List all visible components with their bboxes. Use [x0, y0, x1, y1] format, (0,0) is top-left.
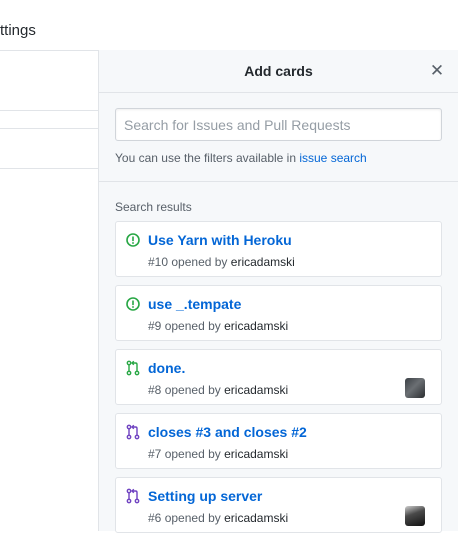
pull-request-icon — [126, 424, 140, 440]
card-meta: #10 opened by ericadamski — [148, 255, 295, 269]
card-title[interactable]: Setting up server — [148, 488, 262, 504]
divider — [0, 168, 98, 169]
tab-settings[interactable]: ttings — [0, 22, 36, 39]
result-card[interactable]: Use Yarn with Heroku #10 opened by ericad… — [115, 221, 442, 277]
add-cards-drawer: Add cards ✕ You can use the filters avai… — [98, 50, 458, 533]
card-meta: #9 opened by ericadamski — [148, 319, 288, 333]
card-opened-by: opened by — [171, 255, 228, 269]
results-list: Use Yarn with Heroku #10 opened by ericad… — [115, 221, 442, 533]
search-input[interactable] — [115, 108, 442, 141]
result-card[interactable]: use _.tempate #9 opened by ericadamski — [115, 285, 442, 341]
card-meta: #6 opened by ericadamski — [148, 511, 288, 525]
issue-opened-icon — [126, 232, 140, 248]
card-title[interactable]: done. — [148, 360, 185, 376]
divider — [0, 50, 98, 51]
card-author[interactable]: ericadamski — [224, 511, 288, 525]
search-section: You can use the filters available in iss… — [99, 93, 458, 182]
card-opened-by: opened by — [164, 319, 221, 333]
card-title[interactable]: Use Yarn with Heroku — [148, 232, 292, 248]
card-author[interactable]: ericadamski — [231, 255, 295, 269]
divider — [0, 110, 98, 111]
result-card[interactable]: closes #3 and closes #2 #7 opened by eric… — [115, 413, 442, 469]
drawer-title: Add cards — [244, 63, 313, 79]
card-meta: #7 opened by ericadamski — [148, 447, 288, 461]
result-card[interactable]: done. #8 opened by ericadamski — [115, 349, 442, 405]
results-heading: Search results — [115, 200, 192, 214]
drawer-header: Add cards ✕ — [99, 50, 458, 93]
card-number: #10 — [148, 255, 169, 269]
search-hint: You can use the filters available in iss… — [115, 151, 442, 165]
card-author[interactable]: ericadamski — [224, 319, 288, 333]
card-author[interactable]: ericadamski — [224, 383, 288, 397]
card-opened-by: opened by — [164, 383, 221, 397]
pull-request-icon — [126, 360, 140, 376]
close-icon[interactable]: ✕ — [426, 50, 448, 92]
divider — [0, 128, 98, 129]
card-opened-by: opened by — [164, 447, 221, 461]
search-results: Search results Use Yarn with Heroku #10 o… — [99, 182, 458, 533]
search-hint-text: You can use the filters available in — [115, 151, 300, 165]
result-card[interactable]: Setting up server #6 opened by ericadamsk… — [115, 477, 442, 533]
card-number: #7 — [148, 447, 162, 461]
card-title[interactable]: use _.tempate — [148, 296, 241, 312]
issue-search-link[interactable]: issue search — [299, 151, 366, 165]
pull-request-icon — [126, 488, 140, 504]
avatar — [405, 378, 425, 398]
card-number: #8 — [148, 383, 162, 397]
card-number: #9 — [148, 319, 162, 333]
card-author[interactable]: ericadamski — [224, 447, 288, 461]
issue-opened-icon — [126, 296, 140, 312]
card-title[interactable]: closes #3 and closes #2 — [148, 424, 307, 440]
card-number: #6 — [148, 511, 162, 525]
card-opened-by: opened by — [164, 511, 221, 525]
card-meta: #8 opened by ericadamski — [148, 383, 288, 397]
avatar — [405, 506, 425, 526]
background-page: ttings — [0, 0, 98, 531]
